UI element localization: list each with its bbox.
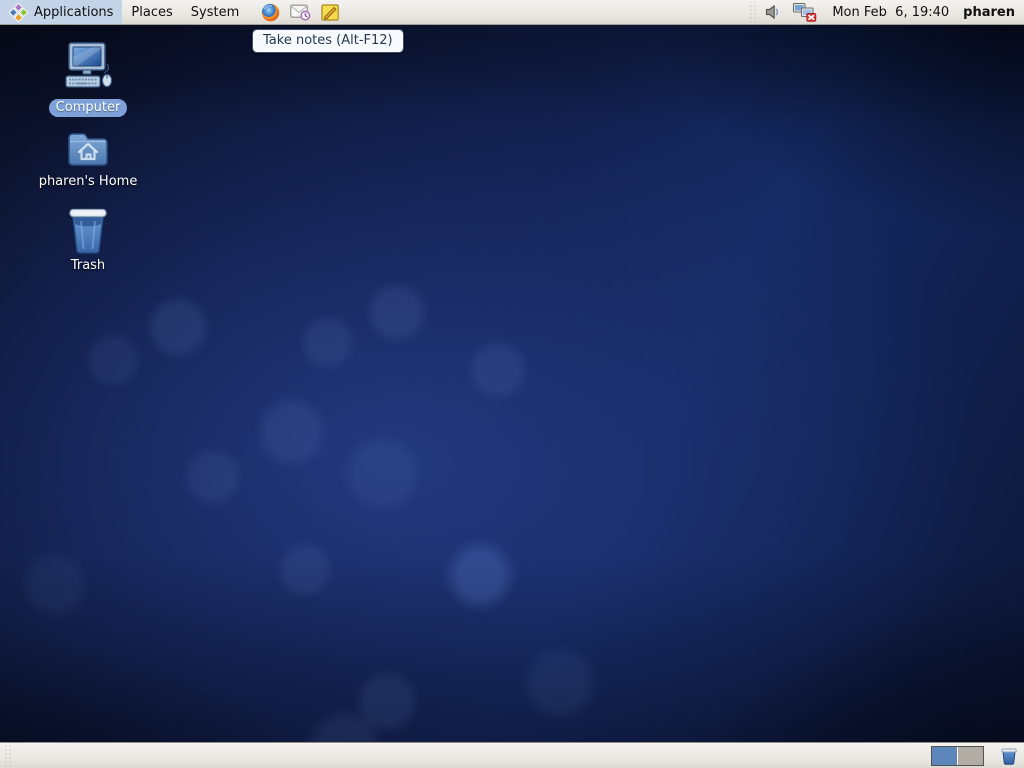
trash-applet-icon (1000, 748, 1018, 765)
firefox-icon (261, 3, 280, 22)
trash-applet[interactable] (996, 744, 1022, 768)
desktop-icon-label: Computer (49, 99, 128, 117)
username[interactable]: pharen (959, 5, 1024, 20)
clock[interactable]: Mon Feb 6, 19:40 (822, 5, 959, 20)
menu-label: Applications (34, 5, 113, 20)
bottom-panel (0, 743, 1024, 768)
top-panel: Applications Places System (0, 0, 1024, 25)
menu-places[interactable]: Places (122, 0, 181, 24)
menu-applications[interactable]: Applications (0, 0, 122, 24)
note-icon (321, 3, 340, 22)
desktop-icon-label: pharen's Home (32, 173, 145, 191)
tooltip-text: Take notes (Alt-F12) (263, 33, 393, 48)
tooltip: Take notes (Alt-F12) (252, 29, 404, 53)
system-tray: Mon Feb 6, 19:40 pharen (746, 0, 1024, 24)
volume-icon[interactable] (759, 0, 787, 24)
trash-icon (65, 206, 111, 254)
menu-label: Places (131, 5, 172, 20)
workspace-1[interactable] (932, 747, 957, 765)
workspace-2[interactable] (958, 747, 983, 765)
desktop-icon-trash[interactable]: Trash (36, 206, 140, 275)
desktop-icon-computer[interactable]: Computer (36, 40, 140, 117)
tray-drag-handle[interactable] (748, 2, 757, 22)
mail-icon (290, 4, 311, 21)
desktop-wallpaper (0, 0, 1024, 768)
notes-launcher[interactable] (316, 0, 345, 24)
desktop-icon-home[interactable]: pharen's Home (36, 126, 140, 191)
firefox-launcher[interactable] (256, 0, 285, 24)
network-offline-icon[interactable] (787, 0, 822, 24)
menu-system[interactable]: System (182, 0, 248, 24)
distro-logo-icon (9, 3, 28, 22)
mail-launcher[interactable] (285, 0, 316, 24)
home-folder-icon (65, 126, 111, 170)
panel-drag-handle[interactable] (3, 746, 12, 766)
menu-label: System (191, 5, 239, 20)
computer-icon (60, 40, 116, 96)
desktop-icon-label: Trash (64, 257, 112, 275)
workspace-switcher (931, 746, 984, 766)
